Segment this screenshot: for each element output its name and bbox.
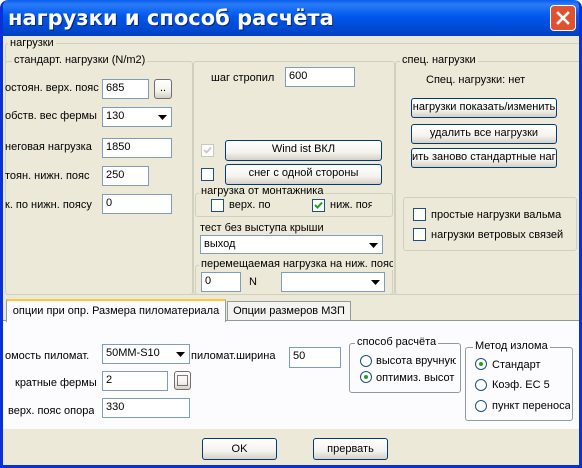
top-support-input[interactable]: 330 (102, 398, 190, 418)
standard-method-label: Стандарт (492, 359, 541, 371)
self-weight-select[interactable]: 130 (102, 107, 172, 127)
manual-height-radio[interactable] (360, 355, 372, 367)
check-icon (203, 146, 212, 154)
calc-method-group (349, 343, 461, 393)
roof-test-value: выход (204, 238, 236, 250)
lumber-value: 50MM-S10 (106, 347, 160, 359)
wind-links-label: нагрузки ветровых связей (431, 229, 564, 241)
snow-side-checkbox[interactable] (201, 168, 214, 181)
mount-bottom-checkbox[interactable] (312, 199, 325, 212)
window-title: нагрузки и способ расчёта (8, 6, 334, 30)
rafter-step-label: шаг стропил (211, 72, 275, 84)
manual-height-label: высота вручную (376, 355, 456, 367)
roof-test-label: тест без выступа крыши (200, 222, 324, 234)
ok-button[interactable]: OK (202, 438, 277, 460)
standard-loads-caption: стандарт. нагрузки (N/m2) (12, 54, 148, 66)
snow-load-input[interactable]: 1850 (102, 138, 172, 158)
self-weight-value: 130 (106, 110, 125, 122)
dropdown-arrow-icon (366, 237, 381, 252)
moving-load-unit: N (249, 276, 257, 288)
simple-loads-checkbox[interactable] (413, 208, 426, 221)
top-support-label: верх. пояс опора (8, 405, 95, 417)
mount-top-checkbox[interactable] (211, 199, 224, 212)
ec5-method-label: Коэф. EC 5 (492, 379, 550, 391)
wind-button[interactable]: Wind ist ВКЛ (225, 140, 382, 161)
dialog-window: нагрузки и способ расчёта нагрузки станд… (0, 0, 582, 468)
moving-load-select[interactable] (281, 272, 385, 292)
bottom-chord2-label: к. по нижн. поясу (5, 199, 92, 211)
mounting-load-caption: нагрузка от монтажника (199, 185, 326, 197)
fracture-method-caption: Метод излома (473, 340, 550, 352)
rafter-step-input[interactable]: 600 (285, 67, 355, 87)
multiple-trusses-label: кратные фермы (15, 377, 97, 389)
calc-method-caption: способ расчёта (355, 336, 439, 348)
title-bar[interactable]: нагрузки и способ расчёта (3, 0, 579, 36)
top-chord-label: остоян. верх. пояс (5, 82, 99, 94)
snow-load-label: неговая нагрузка (5, 141, 92, 153)
top-chord-input[interactable]: 685 (102, 79, 149, 99)
special-loads-caption: спец. нагрузки (400, 54, 478, 66)
lumber-select[interactable]: 50MM-S10 (102, 344, 190, 364)
delete-loads-button[interactable]: удалить все нагрузки (411, 124, 557, 144)
show-loads-button[interactable]: нагрузки показать/изменить (411, 98, 557, 118)
dropdown-arrow-icon (155, 109, 170, 125)
ellipsis-icon (177, 375, 188, 386)
wind-links-checkbox[interactable] (413, 228, 426, 241)
snow-side-button[interactable]: снег с одной стороны (225, 164, 382, 185)
special-loads-status: Спец. нагрузки: нет (426, 74, 526, 86)
simple-loads-label: простые нагрузки вальма (431, 209, 562, 221)
special-loads-group (395, 61, 579, 295)
self-weight-label: обств. вес фермы (5, 110, 97, 122)
multiple-trusses-button[interactable] (174, 371, 191, 390)
multiple-trusses-input[interactable]: 2 (102, 371, 168, 391)
roof-test-select[interactable]: выход (200, 235, 383, 254)
standard-method-radio[interactable] (475, 358, 487, 370)
loads-group-caption: нагрузки (8, 37, 56, 49)
tab-plate-options[interactable]: Опции размеров МЗП (227, 301, 351, 320)
reload-standard-button[interactable]: ить заново стандартные нагрузки (411, 148, 557, 168)
lumber-label: омость пиломат. (5, 350, 90, 362)
width-input[interactable]: 50 (289, 347, 341, 368)
close-button[interactable] (550, 5, 576, 31)
top-chord-more-button[interactable]: .. (154, 79, 172, 99)
mount-bottom-label: ниж. пояс (330, 199, 372, 211)
optimized-height-radio[interactable] (360, 371, 372, 383)
check-icon (314, 201, 323, 209)
special-options-box (403, 197, 577, 251)
moving-load-caption: перемещаемая нагрузка на ниж. поясе (199, 258, 393, 270)
cancel-button[interactable]: прервать (313, 438, 388, 460)
optimized-height-label: оптимиз. высот (376, 372, 455, 384)
bottom-chord-input[interactable]: 250 (102, 166, 149, 186)
close-icon (556, 11, 570, 25)
transfer-point-label: пункт переноса (492, 400, 570, 412)
tab-lumber-options[interactable]: опции при опр. Размера пиломатериала (6, 299, 226, 322)
ec5-method-radio[interactable] (475, 379, 487, 391)
dropdown-arrow-icon (173, 346, 188, 362)
mount-top-label: верх. по (229, 199, 271, 211)
width-label: пиломат.ширина (191, 350, 276, 362)
dropdown-arrow-icon (368, 274, 383, 290)
bottom-chord2-input[interactable]: 0 (102, 194, 172, 214)
transfer-point-radio[interactable] (475, 400, 487, 412)
moving-load-input[interactable]: 0 (201, 272, 241, 292)
bottom-chord-label: тоян. нижн. пояс (5, 170, 90, 182)
wind-checkbox[interactable] (201, 144, 214, 157)
